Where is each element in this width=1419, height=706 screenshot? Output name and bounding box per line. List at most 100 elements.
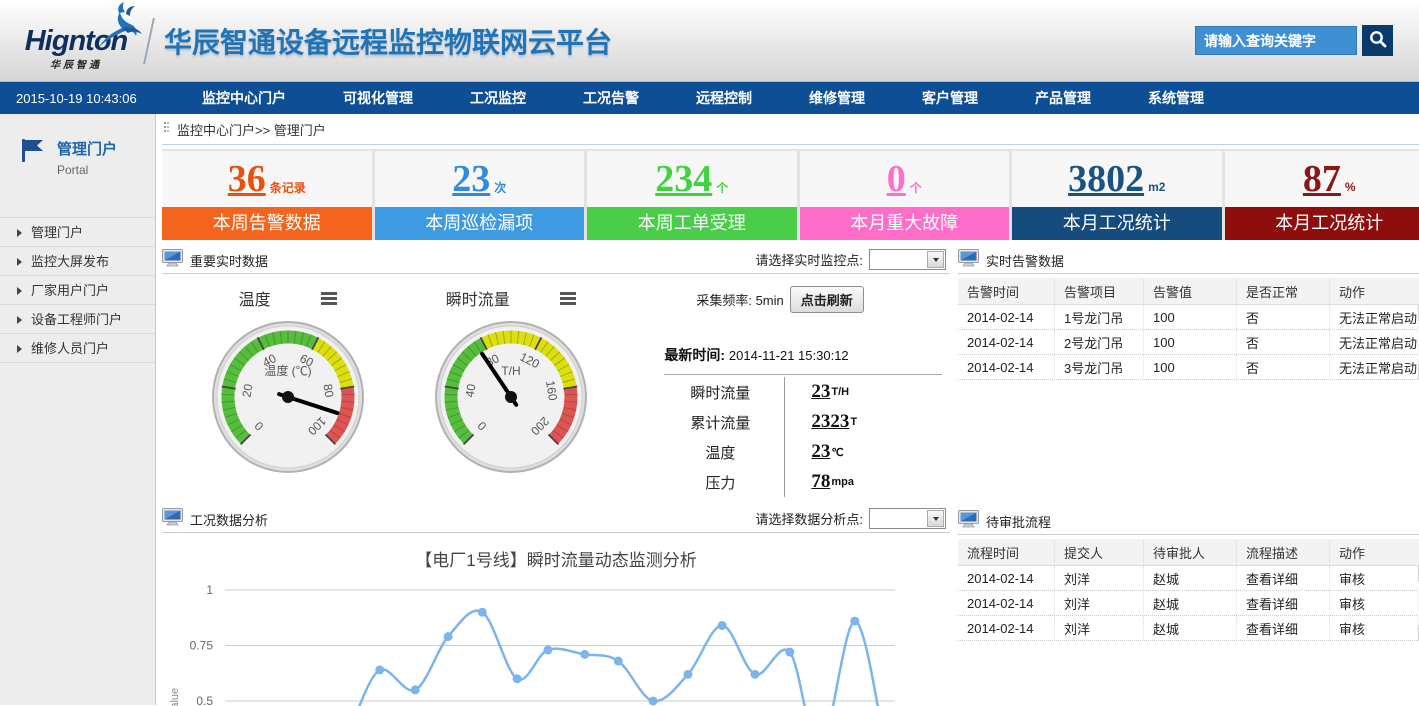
- svg-text:T/H: T/H: [501, 364, 520, 378]
- column-header-1: 告警项目: [1055, 278, 1144, 304]
- cell-3: 否: [1237, 305, 1330, 329]
- analysis-point-select[interactable]: [869, 508, 946, 529]
- cell-2: 赵城: [1144, 566, 1237, 590]
- breadcrumb-text: 监控中心门户>> 管理门户: [177, 120, 326, 139]
- breadcrumb: 监控中心门户>> 管理门户: [162, 114, 1419, 145]
- reading-unit: mpa: [831, 476, 854, 488]
- reading-value: 78: [811, 471, 830, 493]
- chart-menu-icon[interactable]: [560, 290, 576, 307]
- chart-menu-icon[interactable]: [321, 290, 337, 307]
- stat-number: 234: [655, 160, 712, 198]
- cell-4[interactable]: 审核: [1330, 616, 1417, 640]
- readings-panel: 采集频率: 5min 点击刷新 最新时间: 2014-11-21 15:30:1…: [656, 278, 950, 506]
- cell-4[interactable]: 无法正常启动: [1330, 355, 1417, 379]
- stat-card-top: 234个: [587, 151, 797, 207]
- reading-row-0: 瞬时流量23T/H: [656, 377, 950, 407]
- cell-2: 赵城: [1144, 616, 1237, 640]
- stat-unit: 个: [716, 179, 728, 196]
- sidebar-item-0[interactable]: 管理门户: [0, 217, 155, 246]
- search-button[interactable]: [1362, 25, 1393, 56]
- monitor-icon: [958, 510, 979, 533]
- stat-label-bar[interactable]: 本周告警数据: [162, 207, 372, 240]
- svg-text:20: 20: [239, 383, 255, 399]
- column-header-1: 提交人: [1055, 539, 1144, 565]
- column-header-3: 是否正常: [1237, 278, 1330, 304]
- search-box: [1195, 25, 1393, 56]
- nav-item-4[interactable]: 远程控制: [696, 88, 752, 108]
- search-input[interactable]: [1195, 26, 1357, 55]
- breadcrumb-icon: [164, 122, 170, 137]
- alarm-table-header: 告警时间告警项目告警值是否正常动作: [958, 278, 1419, 305]
- reading-row-1: 累计流量2323T: [656, 407, 950, 437]
- stat-unit: 条记录: [270, 179, 306, 196]
- reading-row-3: 压力78mpa: [656, 467, 950, 497]
- svg-text:40: 40: [462, 383, 478, 399]
- monitor-point-select-label: 请选择实时监控点:: [755, 250, 863, 269]
- monitor-point-select[interactable]: [869, 249, 946, 270]
- reading-divider: [784, 377, 785, 407]
- cell-3: 查看详细: [1237, 616, 1330, 640]
- cell-2: 赵城: [1144, 591, 1237, 615]
- reading-value: 23: [811, 441, 830, 463]
- chevron-down-icon[interactable]: [927, 510, 944, 527]
- stat-label-bar[interactable]: 本月重大故障: [800, 207, 1010, 240]
- stat-number: 3802: [1068, 160, 1144, 198]
- logo-subtext: 华辰智通: [12, 56, 140, 71]
- stat-unit: 次: [494, 179, 506, 196]
- stat-label-bar[interactable]: 本周工单受理: [587, 207, 797, 240]
- stat-card-4: 3802 m2 本月工况统计: [1012, 151, 1222, 240]
- nav-item-3[interactable]: 工况告警: [583, 88, 639, 108]
- stat-card-3: 0个本月重大故障: [800, 151, 1010, 240]
- stat-number: 23: [452, 160, 490, 198]
- chevron-down-icon[interactable]: [927, 251, 944, 268]
- sidebar-item-4[interactable]: 维修人员门户: [0, 333, 155, 362]
- approval-table-row: 2014-02-14刘洋赵城查看详细审核: [958, 566, 1417, 591]
- latest-time-label: 最新时间:: [664, 347, 725, 363]
- approval-table-row: 2014-02-14刘洋赵城查看详细审核: [958, 616, 1417, 641]
- stat-card-top: 3802 m2: [1012, 151, 1222, 207]
- clock-text: 2015-10-19 10:43:06: [16, 91, 202, 106]
- column-header-0: 告警时间: [958, 278, 1055, 304]
- sidebar-item-2[interactable]: 厂家用户门户: [0, 275, 155, 304]
- refresh-button[interactable]: 点击刷新: [790, 286, 864, 313]
- cell-4[interactable]: 审核: [1330, 566, 1417, 590]
- sidebar-item-3[interactable]: 设备工程师门户: [0, 304, 155, 333]
- reading-label: 瞬时流量: [656, 382, 784, 403]
- sidebar-item-1[interactable]: 监控大屏发布: [0, 246, 155, 275]
- cell-4[interactable]: 无法正常启动: [1330, 305, 1417, 329]
- nav-item-6[interactable]: 客户管理: [922, 88, 978, 108]
- cell-4[interactable]: 审核: [1330, 591, 1417, 615]
- nav-item-0[interactable]: 监控中心门户: [202, 88, 286, 108]
- flow-line-chart: 10.750.5value: [162, 575, 937, 706]
- nav-item-8[interactable]: 系统管理: [1148, 88, 1204, 108]
- nav-item-7[interactable]: 产品管理: [1035, 88, 1091, 108]
- stat-label-bar[interactable]: 本周巡检漏项: [375, 207, 585, 240]
- stat-card-top: 23次: [375, 151, 585, 207]
- analysis-point-select-label: 请选择数据分析点:: [755, 509, 863, 528]
- nav-item-5[interactable]: 维修管理: [809, 88, 865, 108]
- nav-item-1[interactable]: 可视化管理: [343, 88, 413, 108]
- portal-title: 管理门户: [57, 138, 117, 159]
- stat-unit: m2: [1148, 180, 1165, 194]
- reading-label: 温度: [656, 442, 784, 463]
- main-navbar: 2015-10-19 10:43:06 监控中心门户 可视化管理 工况监控 工况告警 远…: [0, 82, 1419, 114]
- stat-label-bar[interactable]: 本月工况统计: [1225, 207, 1419, 240]
- column-header-0: 流程时间: [958, 539, 1055, 565]
- stat-number: 87: [1303, 160, 1341, 198]
- approval-table-row: 2014-02-14刘洋赵城查看详细审核: [958, 591, 1417, 616]
- cell-4[interactable]: 无法正常启动: [1330, 330, 1417, 354]
- realtime-section-title: 重要实时数据: [190, 251, 268, 270]
- reading-row-2: 温度23℃: [656, 437, 950, 467]
- alarm-table: 告警时间告警项目告警值是否正常动作 2014-02-141号龙门吊100否无法正…: [958, 278, 1419, 380]
- nav-item-2[interactable]: 工况监控: [470, 88, 526, 108]
- cell-3: 否: [1237, 355, 1330, 379]
- alarm-table-row: 2014-02-143号龙门吊100否无法正常启动: [958, 355, 1417, 380]
- cell-2: 100: [1144, 330, 1237, 354]
- approval-table: 流程时间提交人待审批人流程描述动作 2014-02-14刘洋赵城查看详细审核20…: [958, 539, 1419, 641]
- cell-0: 2014-02-14: [958, 330, 1055, 354]
- cell-1: 2号龙门吊: [1055, 330, 1144, 354]
- analysis-section-header: 工况数据分析 请选择数据分析点:: [162, 506, 950, 533]
- stat-number: 36: [228, 160, 266, 198]
- stat-label-bar[interactable]: 本月工况统计: [1012, 207, 1222, 240]
- column-header-2: 待审批人: [1144, 539, 1237, 565]
